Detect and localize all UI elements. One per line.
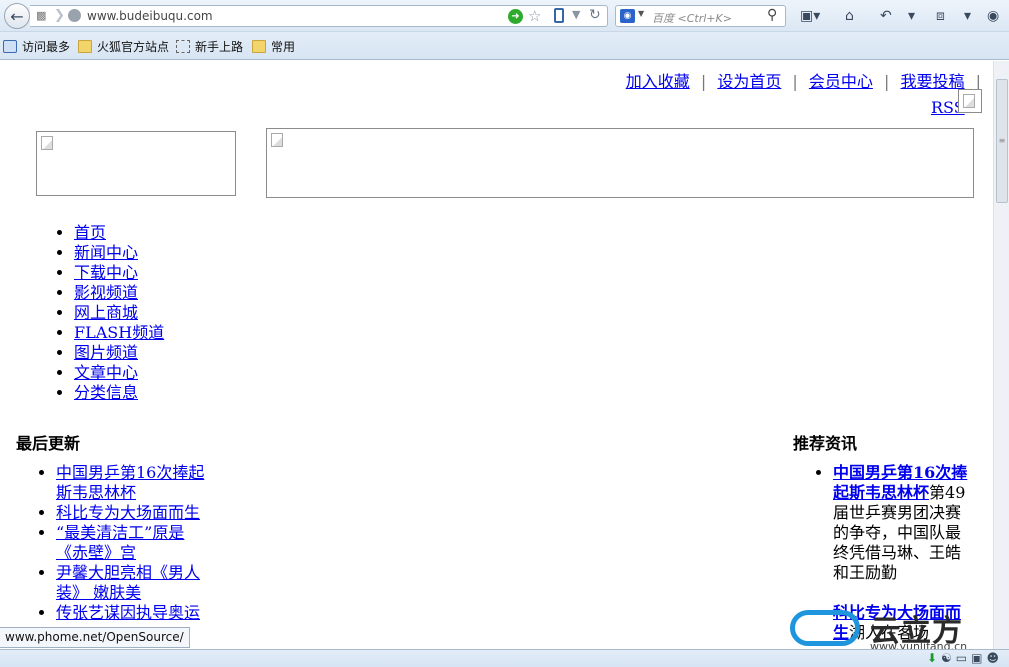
address-bar[interactable]: ▩ ❯ www.budeibuqu.com ➜ ☆ ▼ ↻ (30, 5, 608, 27)
bookmark-common[interactable]: 常用 (252, 38, 295, 55)
search-bar[interactable]: ◉ ▼ 百度 <Ctrl+K> ⚲ (615, 5, 786, 27)
nav-item: FLASH频道 (74, 323, 164, 343)
banner-broken-image (266, 128, 974, 198)
vertical-scrollbar[interactable]: ≡ (993, 61, 1009, 649)
list-item: 科比专为大场面而生 (56, 503, 206, 523)
status-icons: ⬇ ☯ ▭ ▣ ☻ (927, 651, 999, 665)
nav-news[interactable]: 新闻中心 (74, 243, 138, 262)
nav-classifieds[interactable]: 分类信息 (74, 383, 138, 402)
mobile-icon[interactable] (554, 8, 564, 23)
bookmark-label: 新手上路 (195, 40, 244, 54)
go-icon[interactable]: ➜ (508, 9, 523, 24)
nav-item: 文章中心 (74, 363, 164, 383)
bookmark-most-visited[interactable]: 访问最多 (3, 38, 70, 55)
home-icon[interactable]: ⌂ (845, 6, 854, 26)
url-text[interactable]: www.budeibuqu.com (87, 9, 213, 23)
baidu-paw-icon[interactable]: ◉ (620, 9, 635, 23)
submit-article-link[interactable]: 我要投稿 (901, 72, 965, 91)
broken-image-icon (963, 94, 975, 108)
search-placeholder[interactable]: 百度 <Ctrl+K> (652, 10, 732, 26)
nav-shop[interactable]: 网上商城 (74, 303, 138, 322)
list-item: 中国男乒第16次捧起斯韦思林杯 (56, 463, 206, 503)
nav-item: 网上商城 (74, 303, 164, 323)
tab-groups-icon[interactable]: ▩ (36, 9, 51, 22)
main-nav: 首页 新闻中心 下载中心 影视频道 网上商城 FLASH频道 图片频道 文章中心… (34, 223, 164, 403)
status-bar: ⬇ ☯ ▭ ▣ ☻ (0, 649, 1009, 667)
recommended-title: 推荐资讯 (793, 434, 858, 453)
download-icon[interactable]: ⬇ (927, 651, 937, 665)
rss-broken-image[interactable] (958, 89, 982, 113)
nav-item: 分类信息 (74, 383, 164, 403)
watermark-url: www.yunlifang.cn (870, 640, 968, 649)
site-identity-icon[interactable] (68, 9, 81, 22)
folder-icon (252, 40, 266, 53)
watermark-logo: 云立方 www.yunlifang.cn (790, 606, 993, 649)
nav-item: 图片频道 (74, 343, 164, 363)
set-homepage-link[interactable]: 设为首页 (717, 72, 781, 91)
latest-updates-title: 最后更新 (16, 434, 81, 453)
bookmarks-toolbar: 访问最多 火狐官方站点 新手上路 常用 (0, 32, 1009, 60)
crop-dropdown-icon[interactable]: ▾ (964, 6, 971, 26)
add-favorite-link[interactable]: 加入收藏 (626, 72, 690, 91)
latest-updates-list: 中国男乒第16次捧起斯韦思林杯 科比专为大场面而生 “最美清洁工”原是《赤壁》宫… (16, 463, 206, 623)
latest-link[interactable]: 中国男乒第16次捧起斯韦思林杯 (56, 463, 204, 502)
nav-articles[interactable]: 文章中心 (74, 363, 138, 382)
link-separator: | (884, 72, 890, 91)
bookmark-label: 火狐官方站点 (97, 40, 170, 54)
history-dropdown-icon[interactable]: ▼ (572, 8, 580, 21)
maximize-icon[interactable]: ▣ (971, 651, 982, 665)
list-item: 中国男乒第16次捧起斯韦思林杯第49届世乒赛男团决赛的争夺，中国队最终凭借马琳、… (833, 463, 973, 583)
search-icon[interactable]: ⚲ (767, 7, 777, 23)
link-separator: | (792, 72, 798, 91)
bookmarks-menu-icon[interactable]: ▣▾ (800, 6, 820, 26)
undo-icon[interactable]: ↶ (880, 6, 892, 26)
latest-link[interactable]: “最美清洁工”原是《赤壁》宫 (56, 523, 184, 562)
bookmark-label: 访问最多 (22, 40, 71, 54)
member-center-link[interactable]: 会员中心 (809, 72, 873, 91)
addon-icon[interactable]: ☯ (941, 651, 952, 665)
user-icon[interactable]: ☻ (986, 651, 999, 665)
bookmark-getting-started[interactable]: 新手上路 (176, 38, 243, 55)
engine-dropdown-icon[interactable]: ▼ (638, 9, 644, 18)
most-visited-icon (3, 40, 17, 53)
list-item: “最美清洁工”原是《赤壁》宫 (56, 523, 206, 563)
scrollbar-thumb[interactable]: ≡ (996, 79, 1008, 203)
bookmark-firefox-site[interactable]: 火狐官方站点 (78, 38, 169, 55)
cloud-logo-icon (790, 610, 860, 646)
page-icon (176, 40, 190, 53)
link-separator: | (700, 72, 707, 91)
folder-icon (78, 40, 92, 53)
top-links: 加入收藏 | 设为首页 | 会员中心 | 我要投稿 | (620, 68, 981, 92)
status-link-preview: www.phome.net/OpenSource/ (0, 627, 190, 648)
latest-link[interactable]: 传张艺谋因执导奥运 (56, 603, 200, 622)
back-button[interactable]: ← (4, 3, 30, 29)
nav-pictures[interactable]: 图片频道 (74, 343, 138, 362)
list-item: 尹馨大胆亮相《男人装》 嫩肤美 (56, 563, 206, 603)
chevron-right-icon: ❯ (54, 8, 65, 23)
nav-home[interactable]: 首页 (74, 223, 106, 242)
nav-item: 下载中心 (74, 263, 164, 283)
list-item: 传张艺谋因执导奥运 (56, 603, 206, 623)
nav-item: 新闻中心 (74, 243, 164, 263)
nav-video[interactable]: 影视频道 (74, 283, 138, 302)
latest-link[interactable]: 尹馨大胆亮相《男人装》 嫩肤美 (56, 563, 200, 602)
page-viewport: 加入收藏 | 设为首页 | 会员中心 | 我要投稿 | RSS 首页 新闻中心 … (0, 61, 993, 649)
nav-item: 影视频道 (74, 283, 164, 303)
crop-icon[interactable]: ⧈ (936, 6, 945, 26)
reload-icon[interactable]: ↻ (589, 7, 601, 23)
browser-toolbar: ← ▩ ❯ www.budeibuqu.com ➜ ☆ ▼ ↻ ◉ ▼ 百度 <… (0, 0, 1009, 32)
bookmark-label: 常用 (271, 40, 296, 54)
nav-item: 首页 (74, 223, 164, 243)
arrow-left-icon: ← (10, 6, 24, 26)
chat-icon[interactable]: ◉ (987, 6, 999, 26)
nav-flash[interactable]: FLASH频道 (74, 323, 164, 342)
latest-link[interactable]: 科比专为大场面而生 (56, 503, 200, 522)
undo-dropdown-icon[interactable]: ▾ (908, 6, 915, 26)
window-icon[interactable]: ▭ (956, 651, 967, 665)
logo-broken-image (36, 131, 236, 196)
nav-download[interactable]: 下载中心 (74, 263, 138, 282)
bookmark-star-icon[interactable]: ☆ (528, 7, 541, 25)
broken-image-icon (41, 136, 53, 150)
broken-image-icon (271, 133, 283, 147)
